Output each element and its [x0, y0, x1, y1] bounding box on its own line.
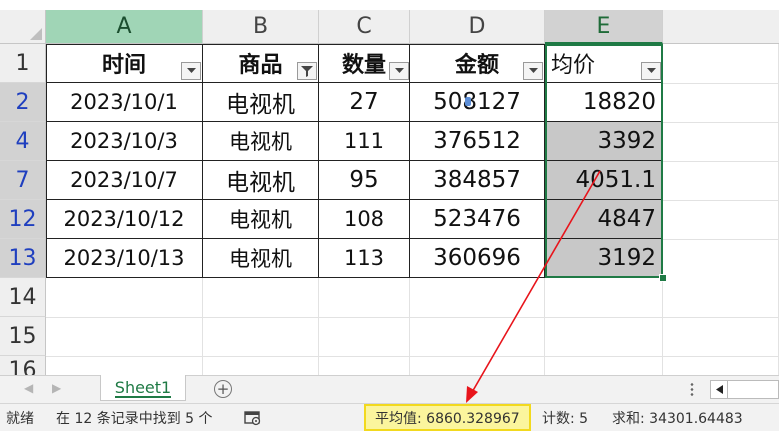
status-average[interactable]: 平均值: 6860.328967 — [364, 404, 531, 431]
column-header-e[interactable]: E — [545, 10, 663, 44]
add-sheet-button[interactable]: + — [214, 380, 232, 398]
quantity-cell[interactable]: 111 — [319, 122, 410, 161]
row-header-13[interactable]: 13 — [0, 239, 46, 278]
quantity-cell[interactable]: 113 — [319, 239, 410, 278]
product-cell[interactable]: 电视机 — [203, 122, 319, 161]
row-header-4[interactable]: 4 — [0, 122, 46, 161]
status-sum[interactable]: 求和: 34301.64483 — [612, 404, 743, 431]
fill-handle[interactable] — [659, 274, 667, 282]
column-header-d[interactable]: D — [410, 10, 545, 44]
chevron-down-icon — [646, 68, 656, 73]
amount-cell[interactable]: 523476 — [410, 200, 545, 239]
quantity-cell[interactable]: 108 — [319, 200, 410, 239]
gridline — [662, 278, 663, 375]
filter-dropdown-avg-price[interactable] — [641, 62, 661, 80]
product-cell[interactable]: 电视机 — [203, 239, 319, 278]
column-header-b[interactable]: B — [203, 10, 319, 44]
status-bar: 就绪 在 12 条记录中找到 5 个 平均值: 6860.328967 计数: … — [0, 403, 779, 431]
amount-cell[interactable]: 360696 — [410, 239, 545, 278]
filter-active-icon — [301, 65, 313, 77]
gridline — [663, 83, 779, 84]
plus-icon: + — [216, 379, 230, 398]
top-strip — [0, 0, 779, 10]
gridline — [318, 278, 319, 375]
chevron-down-icon — [186, 68, 196, 73]
status-count[interactable]: 计数: 5 — [542, 404, 588, 431]
filter-dropdown-amount[interactable] — [523, 62, 543, 80]
chevron-down-icon — [528, 68, 538, 73]
header-label: 金额 — [454, 53, 499, 78]
header-cell-time[interactable]: 时间 — [46, 44, 203, 83]
sheet-tab-sheet1[interactable]: Sheet1 — [100, 375, 186, 401]
tab-splitter-handle[interactable] — [690, 382, 694, 398]
gridline — [409, 278, 410, 375]
avg-price-cell[interactable]: 3192 — [545, 239, 663, 278]
header-label: 均价 — [551, 53, 596, 78]
gridline — [544, 278, 545, 375]
column-header-c[interactable]: C — [319, 10, 410, 44]
avg-price-cell[interactable]: 4051.1 — [545, 161, 663, 200]
status-ready: 就绪 — [6, 410, 34, 427]
horizontal-scrollbar[interactable] — [710, 380, 779, 399]
row-header-16[interactable]: 16 — [0, 356, 46, 375]
avg-price-cell[interactable]: 18820 — [545, 83, 663, 122]
select-all-corner[interactable] — [0, 10, 46, 44]
status-filter-result: 在 12 条记录中找到 5 个 — [56, 410, 213, 427]
scroll-left-arrow[interactable] — [711, 381, 728, 398]
row-header-1[interactable]: 1 — [0, 44, 46, 83]
gridline — [46, 356, 779, 357]
product-cell[interactable]: 电视机 — [203, 200, 319, 239]
row-header-2[interactable]: 2 — [0, 83, 46, 122]
amount-cell[interactable]: 508127 — [410, 83, 545, 122]
date-cell[interactable]: 2023/10/12 — [46, 200, 203, 239]
quantity-cell[interactable]: 95 — [319, 161, 410, 200]
chevron-right-icon[interactable]: ▶ — [52, 381, 61, 395]
accessibility-icon[interactable] — [244, 404, 262, 431]
column-header-a[interactable]: A — [46, 10, 203, 44]
date-cell[interactable]: 2023/10/3 — [46, 122, 203, 161]
gridline — [663, 239, 779, 240]
date-cell[interactable]: 2023/10/13 — [46, 239, 203, 278]
chevron-left-icon — [715, 385, 723, 394]
gridline — [663, 200, 779, 201]
product-cell[interactable]: 电视机 — [203, 161, 319, 200]
cursor-marker — [465, 97, 471, 106]
header-label: 数量 — [341, 53, 386, 78]
average-value: 平均值: 6860.328967 — [375, 410, 520, 427]
header-label: 商品 — [238, 53, 283, 78]
gridline — [46, 317, 779, 318]
header-label: 时间 — [101, 53, 146, 78]
gridline — [202, 278, 203, 375]
avg-price-cell[interactable]: 3392 — [545, 122, 663, 161]
gridline — [663, 122, 779, 123]
filter-dropdown-time[interactable] — [181, 62, 201, 80]
amount-cell[interactable]: 384857 — [410, 161, 545, 200]
product-cell[interactable]: 电视机 — [203, 83, 319, 122]
sheet-tab-bar: ◀ ▶ Sheet1 + — [0, 375, 779, 403]
row-header-7[interactable]: 7 — [0, 161, 46, 200]
row-header-14[interactable]: 14 — [0, 278, 46, 317]
avg-price-cell[interactable]: 4847 — [545, 200, 663, 239]
spreadsheet-grid[interactable]: A B C D E 1 2 4 7 12 13 14 15 16 时间 商品 数… — [0, 0, 779, 375]
amount-cell[interactable]: 376512 — [410, 122, 545, 161]
column-header-f[interactable] — [663, 10, 779, 44]
row-header-12[interactable]: 12 — [0, 200, 46, 239]
quantity-cell[interactable]: 27 — [319, 83, 410, 122]
row-header-15[interactable]: 15 — [0, 317, 46, 356]
chevron-down-icon — [394, 68, 404, 73]
filter-dropdown-product[interactable] — [297, 62, 317, 80]
date-cell[interactable]: 2023/10/7 — [46, 161, 203, 200]
date-cell[interactable]: 2023/10/1 — [46, 83, 203, 122]
gridline — [663, 161, 779, 162]
filter-dropdown-quantity[interactable] — [389, 62, 409, 80]
chevron-left-icon[interactable]: ◀ — [24, 381, 33, 395]
